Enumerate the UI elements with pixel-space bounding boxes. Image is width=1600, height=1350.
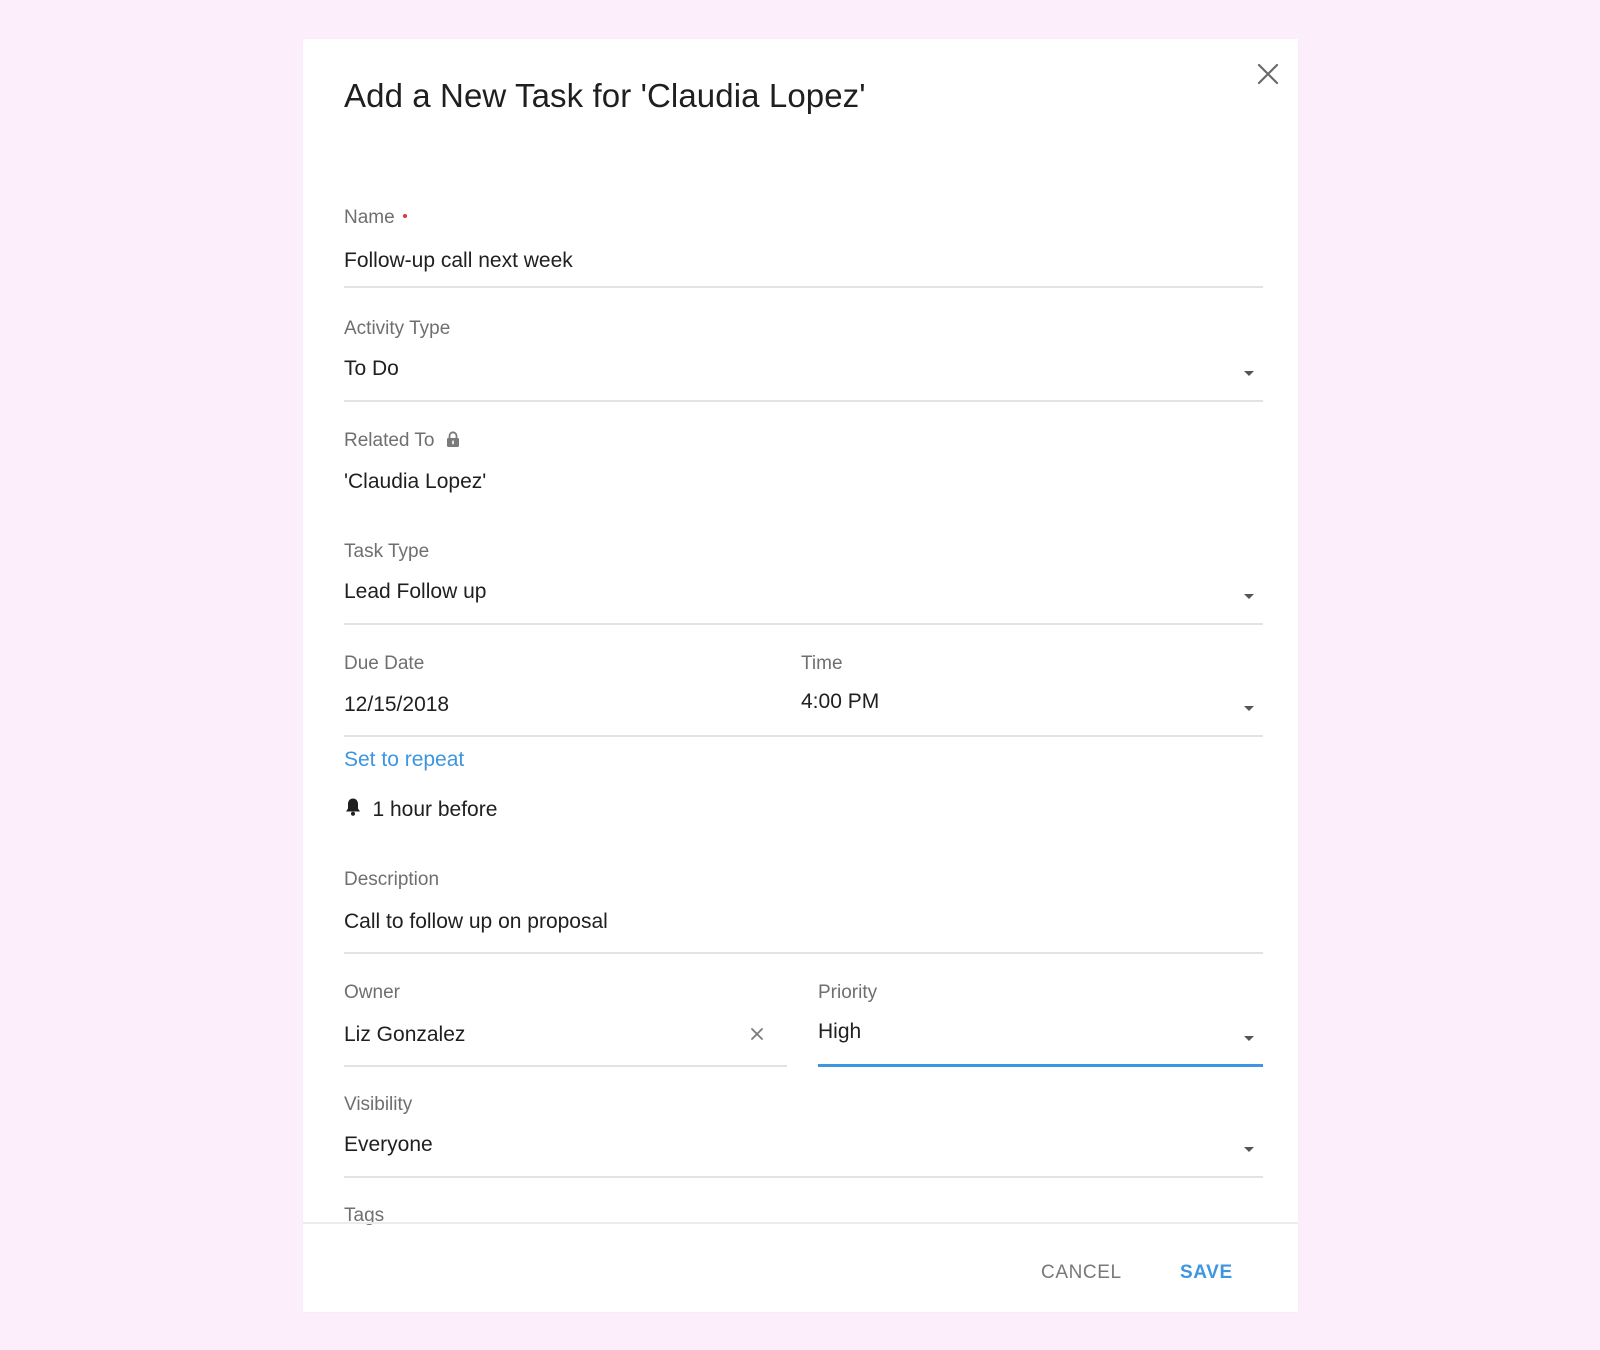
reminder[interactable]: 1 hour before bbox=[344, 797, 497, 822]
owner-label: Owner bbox=[344, 982, 400, 1003]
task-type-value: Lead Follow up bbox=[344, 580, 487, 603]
save-button[interactable]: SAVE bbox=[1180, 1262, 1233, 1284]
close-icon bbox=[1257, 63, 1279, 85]
priority-label: Priority bbox=[818, 982, 878, 1003]
clear-icon bbox=[751, 1028, 763, 1040]
due-date-value: 12/15/2018 bbox=[344, 693, 450, 716]
name-value: Follow-up call next week bbox=[344, 249, 573, 272]
name-label-text: Name bbox=[344, 207, 395, 228]
name-label: Name bbox=[344, 207, 407, 229]
lock-icon bbox=[446, 431, 459, 447]
related-to-value: 'Claudia Lopez' bbox=[344, 470, 487, 493]
description-underline bbox=[344, 952, 1263, 954]
dialog-title: Add a New Task for 'Claudia Lopez' bbox=[344, 77, 866, 114]
owner-value: Liz Gonzalez bbox=[344, 1023, 466, 1046]
visibility-label: Visibility bbox=[344, 1094, 413, 1115]
task-type-underline bbox=[344, 623, 1263, 625]
chevron-down-icon bbox=[1244, 1036, 1254, 1041]
activity-type-select[interactable]: To Do bbox=[344, 347, 1263, 403]
time-value: 4:00 PM bbox=[801, 690, 880, 713]
description-label: Description bbox=[344, 869, 440, 890]
visibility-underline bbox=[344, 1176, 1263, 1178]
bell-icon bbox=[346, 798, 360, 816]
activity-type-label: Activity Type bbox=[344, 318, 451, 339]
owner-underline bbox=[344, 1065, 787, 1067]
time-label: Time bbox=[801, 653, 843, 674]
related-to-label: Related To bbox=[344, 430, 460, 452]
owner-input[interactable]: Liz Gonzalez bbox=[344, 1012, 787, 1068]
chevron-down-icon bbox=[1244, 706, 1254, 711]
owner-clear-button[interactable] bbox=[748, 1025, 766, 1043]
visibility-value: Everyone bbox=[344, 1133, 433, 1156]
activity-type-value: To Do bbox=[344, 357, 399, 380]
chevron-down-icon bbox=[1244, 1147, 1254, 1152]
time-underline bbox=[784, 735, 1263, 737]
activity-type-underline bbox=[344, 400, 1263, 402]
visibility-select[interactable]: Everyone bbox=[344, 1123, 1263, 1179]
chevron-down-icon bbox=[1244, 371, 1254, 376]
priority-value: High bbox=[818, 1020, 862, 1043]
cancel-button[interactable]: CANCEL bbox=[1041, 1262, 1122, 1284]
name-underline bbox=[344, 286, 1263, 288]
priority-underline-focused bbox=[818, 1064, 1263, 1067]
name-input[interactable]: Follow-up call next week bbox=[344, 239, 1263, 289]
priority-select[interactable]: High bbox=[818, 1012, 1263, 1068]
task-type-label: Task Type bbox=[344, 541, 430, 562]
due-date-input[interactable]: 12/15/2018 bbox=[344, 682, 784, 738]
reminder-text: 1 hour before bbox=[372, 798, 498, 821]
related-to-label-text: Related To bbox=[344, 430, 435, 451]
add-task-dialog: Add a New Task for 'Claudia Lopez' Name … bbox=[303, 39, 1298, 1312]
footer-divider bbox=[303, 1222, 1298, 1224]
close-button[interactable] bbox=[1253, 59, 1283, 89]
description-value: Call to follow up on proposal bbox=[344, 910, 608, 933]
description-input[interactable]: Call to follow up on proposal bbox=[344, 899, 1263, 955]
due-date-underline bbox=[344, 735, 784, 737]
time-select[interactable]: 4:00 PM bbox=[784, 682, 1263, 738]
chevron-down-icon bbox=[1244, 594, 1254, 599]
set-to-repeat-link[interactable]: Set to repeat bbox=[344, 748, 464, 772]
task-type-select[interactable]: Lead Follow up bbox=[344, 570, 1263, 626]
due-date-label: Due Date bbox=[344, 653, 425, 674]
required-indicator bbox=[402, 213, 407, 218]
